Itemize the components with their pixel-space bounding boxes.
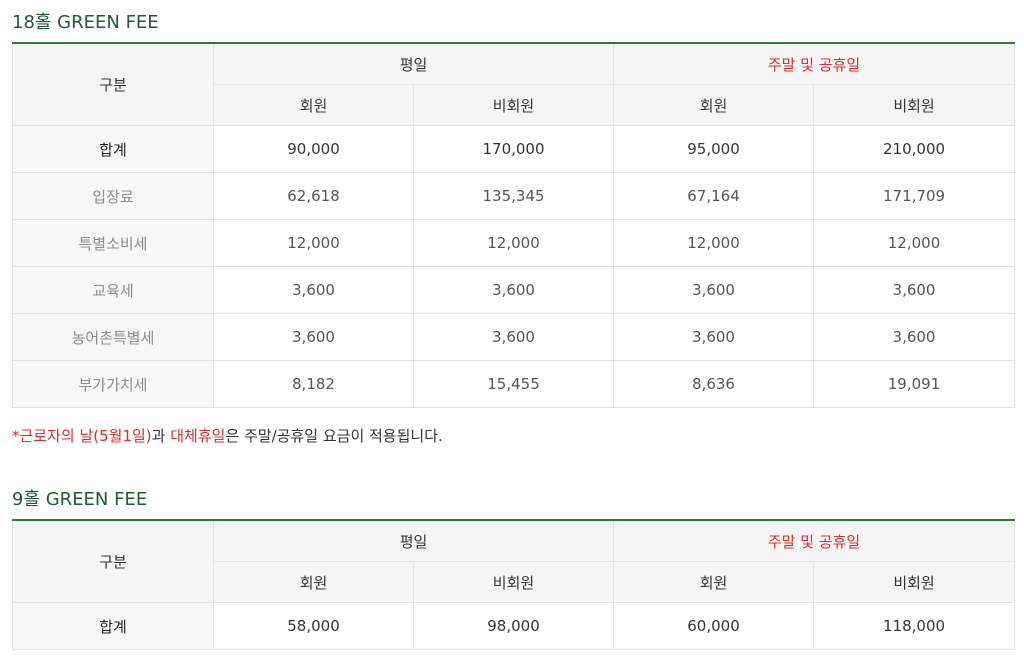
table-cell: 12,000 [813, 219, 1016, 267]
header-category: 구분 [12, 42, 214, 126]
row-label-admission: 입장료 [12, 172, 214, 220]
header-weekend-member: 회원 [613, 84, 815, 126]
green-fee-table-18hole: 구분 평일 주말 및 공휴일 회원 비회원 회원 비회원 합계 90,000 1… [12, 42, 1016, 408]
note-substitute-holiday: 대체휴일 [170, 427, 226, 445]
pricing-note: *근로자의 날(5월1일)과 대체휴일은 주말/공휴일 요금이 적용됩니다. [12, 425, 443, 446]
header-category: 구분 [12, 519, 214, 603]
header-weekday-nonmember: 비회원 [412, 561, 615, 603]
table-cell: 15,455 [412, 360, 615, 408]
table-row: 특별소비세 12,000 12,000 12,000 12,000 [12, 219, 1016, 267]
table-row: 합계 58,000 98,000 60,000 118,000 [12, 602, 1016, 650]
row-label-total: 합계 [12, 602, 214, 650]
header-weekday-member: 회원 [213, 84, 414, 126]
table-row: 합계 90,000 170,000 95,000 210,000 [12, 125, 1016, 173]
table-cell: 118,000 [813, 602, 1016, 650]
table-row: 농어촌특별세 3,600 3,600 3,600 3,600 [12, 313, 1016, 361]
table-cell: 3,600 [213, 266, 414, 314]
row-label-education-tax: 교육세 [12, 266, 214, 314]
table-cell: 3,600 [813, 313, 1016, 361]
table-row: 교육세 3,600 3,600 3,600 3,600 [12, 266, 1016, 314]
table-cell: 170,000 [412, 125, 615, 173]
header-weekend-member: 회원 [613, 561, 815, 603]
header-weekend-nonmember: 비회원 [813, 84, 1016, 126]
note-labor-day: 근로자의 날(5월1일) [19, 427, 152, 445]
note-asterisk: * [12, 427, 20, 445]
green-fee-table-9hole: 구분 평일 주말 및 공휴일 회원 비회원 회원 비회원 합계 58,000 9… [12, 519, 1016, 650]
table-cell: 3,600 [613, 313, 815, 361]
header-weekend: 주말 및 공휴일 [613, 42, 1016, 85]
table-cell: 67,164 [613, 172, 815, 220]
table-cell: 171,709 [813, 172, 1016, 220]
table-cell: 3,600 [213, 313, 414, 361]
header-weekend: 주말 및 공휴일 [613, 519, 1016, 562]
table-cell: 60,000 [613, 602, 815, 650]
row-label-special-consumption-tax: 특별소비세 [12, 219, 214, 267]
row-label-total: 합계 [12, 125, 214, 173]
table-row: 입장료 62,618 135,345 67,164 171,709 [12, 172, 1016, 220]
table-cell: 12,000 [213, 219, 414, 267]
header-weekend-nonmember: 비회원 [813, 561, 1016, 603]
table-cell: 8,182 [213, 360, 414, 408]
header-weekday: 평일 [212, 519, 615, 562]
table-cell: 3,600 [613, 266, 815, 314]
table-cell: 90,000 [213, 125, 414, 173]
table-cell: 12,000 [613, 219, 815, 267]
row-label-rural-special-tax: 농어촌특별세 [12, 313, 214, 361]
table-cell: 95,000 [613, 125, 815, 173]
note-conjunction: 과 [151, 427, 171, 445]
table-cell: 8,636 [613, 360, 815, 408]
table-cell: 12,000 [412, 219, 615, 267]
table-row: 부가가치세 8,182 15,455 8,636 19,091 [12, 360, 1016, 408]
table-cell: 3,600 [412, 313, 615, 361]
table-cell: 3,600 [813, 266, 1016, 314]
table-cell: 62,618 [213, 172, 414, 220]
note-rest: 은 주말/공휴일 요금이 적용됩니다. [225, 427, 443, 445]
table-cell: 19,091 [813, 360, 1016, 408]
table-cell: 135,345 [412, 172, 615, 220]
row-label-vat: 부가가치세 [12, 360, 214, 408]
header-weekday-nonmember: 비회원 [412, 84, 615, 126]
table-cell: 98,000 [412, 602, 615, 650]
section-title-9hole: 9홀 GREEN FEE [12, 489, 148, 510]
table-cell: 58,000 [213, 602, 414, 650]
header-weekday-member: 회원 [213, 561, 414, 603]
section-title-18hole: 18홀 GREEN FEE [12, 12, 159, 33]
table-cell: 3,600 [412, 266, 615, 314]
table-cell: 210,000 [813, 125, 1016, 173]
header-weekday: 평일 [212, 42, 615, 85]
